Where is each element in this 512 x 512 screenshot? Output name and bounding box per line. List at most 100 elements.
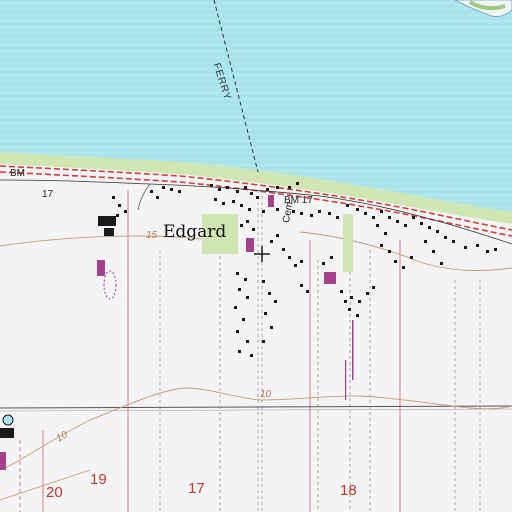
building-symbol: [366, 292, 369, 295]
building-symbol: [410, 256, 413, 259]
section-number-19: 19: [90, 471, 107, 488]
building-symbol: [262, 210, 265, 213]
building-symbol: [300, 284, 303, 287]
building-symbol: [238, 350, 241, 353]
building-symbol: [318, 210, 321, 213]
building-symbol: [210, 184, 213, 187]
building-symbol: [402, 266, 405, 269]
building-symbol: [242, 318, 245, 321]
building-symbol: [358, 300, 361, 303]
building-symbol: [328, 212, 331, 215]
contour-label-15: 15: [146, 230, 158, 241]
building-symbol: [256, 196, 259, 199]
building-symbol: [226, 186, 229, 189]
building-symbol: [296, 182, 299, 185]
building-symbol: [310, 214, 313, 217]
building-symbol: [348, 308, 351, 311]
building-symbol: [424, 240, 427, 243]
building-symbol: [444, 236, 447, 239]
building-symbol: [380, 210, 383, 213]
section-number-17: 17: [188, 480, 205, 497]
benchmark-label: BM 17: [284, 195, 313, 206]
building-symbol: [250, 192, 253, 195]
building-symbol: [372, 216, 375, 219]
building-symbol: [246, 296, 249, 299]
place-name-edgard: Edgard: [163, 222, 227, 242]
building-symbol: [288, 256, 291, 259]
building-symbol: [356, 208, 359, 211]
building-symbol: [300, 212, 303, 215]
building-symbol: [222, 202, 225, 205]
building-symbol: [452, 240, 455, 243]
building-symbol: [244, 278, 247, 281]
building-symbol: [234, 306, 237, 309]
building-symbol: [156, 196, 159, 199]
building-symbol: [494, 248, 497, 251]
building-symbol: [476, 244, 479, 247]
building-symbol: [372, 286, 375, 289]
building-symbol: [436, 230, 439, 233]
building-symbol: [276, 186, 279, 189]
building-symbol: [412, 216, 415, 219]
building-symbol: [248, 208, 251, 211]
building-symbol: [246, 220, 249, 223]
section-number-20: 20: [46, 484, 63, 501]
building-symbol: [268, 292, 271, 295]
building-symbol: [384, 232, 387, 235]
building-symbol: [356, 314, 359, 317]
contour-label-10-east: 10: [260, 389, 272, 400]
building-symbol: [420, 222, 423, 225]
building-symbol: [246, 340, 249, 343]
building-symbol: [274, 300, 277, 303]
building-symbol: [322, 262, 325, 265]
building-symbol: [464, 246, 467, 249]
building-symbol: [218, 188, 221, 191]
building-symbol: [388, 250, 391, 253]
building-symbol: [294, 264, 297, 267]
building-symbol: [432, 250, 435, 253]
building-symbol: [244, 186, 247, 189]
building-symbol: [396, 220, 399, 223]
building-symbol: [330, 256, 333, 259]
building-symbol: [124, 210, 127, 213]
building-symbol: [440, 262, 443, 265]
benchmark-west-value: 17: [42, 189, 54, 200]
building-symbol: [266, 188, 269, 191]
building-symbol: [262, 340, 265, 343]
building-symbol: [236, 190, 239, 193]
section-number-18: 18: [340, 482, 357, 499]
building-symbol: [112, 196, 115, 199]
building-symbol: [288, 186, 291, 189]
building-symbol: [300, 260, 303, 263]
building-symbol: [232, 200, 235, 203]
building-symbol: [340, 290, 343, 293]
building-symbol: [236, 330, 239, 333]
building-symbol: [240, 224, 243, 227]
building-symbol: [240, 204, 243, 207]
benchmark-west-label: BM: [10, 168, 25, 179]
building-symbol: [364, 212, 367, 215]
building-symbol: [262, 280, 265, 283]
building-symbol: [250, 354, 253, 357]
building-symbol: [350, 296, 353, 299]
building-symbol: [346, 204, 349, 207]
building-symbol: [178, 190, 181, 193]
building-symbol: [404, 224, 407, 227]
building-symbol: [264, 312, 267, 315]
building-symbol: [170, 188, 173, 191]
building-symbol: [428, 226, 431, 229]
building-symbol: [270, 240, 273, 243]
building-symbol: [376, 224, 379, 227]
building-symbol: [344, 300, 347, 303]
building-symbol: [282, 248, 285, 251]
building-symbol: [394, 260, 397, 263]
building-symbol: [252, 228, 255, 231]
building-symbol: [276, 208, 279, 211]
building-symbol: [236, 272, 239, 275]
building-symbol: [276, 234, 279, 237]
building-symbol: [238, 288, 241, 291]
building-symbol: [270, 326, 273, 329]
building-symbol: [388, 216, 391, 219]
building-symbol: [380, 244, 383, 247]
building-symbol: [214, 198, 217, 201]
